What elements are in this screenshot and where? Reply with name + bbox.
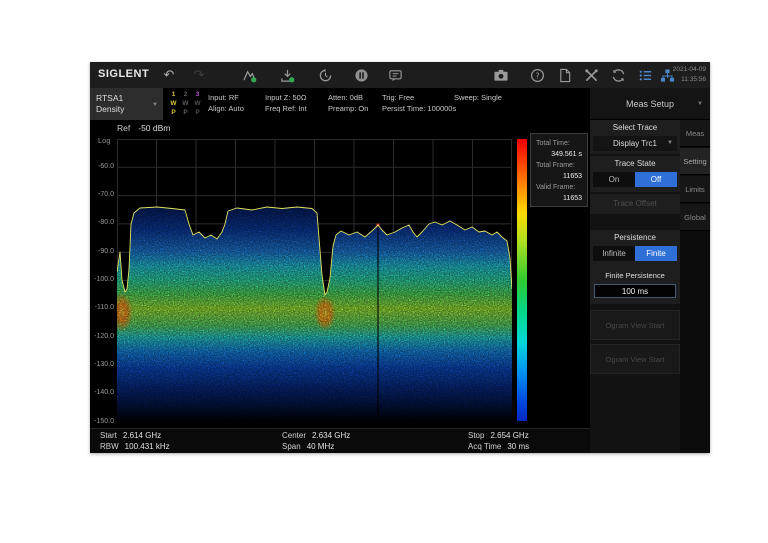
menu-column: Select Trace Display Trc1 ▼ Trace State … [590,120,680,453]
pause-icon[interactable] [352,66,370,84]
trace-state-section: Trace State On Off [590,156,680,192]
density-plot [117,139,512,422]
trace-state-toggle: On Off [593,172,677,187]
toolbar: SIGLENT ↶ ↷ ? 2021-04-09 11:35:56 [90,62,710,88]
save-icon[interactable] [278,66,296,84]
trace3-indicator[interactable]: 3 W P [192,90,203,117]
trace-offset-section: Trace Offset [590,194,680,214]
mode-name: RTSA1 [96,93,124,103]
finite-persistence-label: Finite Persistence [605,271,665,280]
y-tick: -150.0 [94,418,114,425]
list-icon[interactable] [636,66,654,84]
persistence-infinite[interactable]: Infinite [593,246,635,261]
view-name: Density [96,104,125,114]
total-frame-value: 11653 [563,173,582,180]
file-icon[interactable] [556,66,574,84]
total-time-label: Total Time: [536,140,570,147]
center-span-group: Center 2.634 GHz Span 40 MHz [282,431,351,451]
chevron-down-icon: ▼ [152,102,158,108]
param-impedance: Input Z: 50Ω Freq Ref: Int [265,93,307,113]
trace1-indicator[interactable]: 1 W P [168,90,179,117]
y-tick: -110.0 [94,304,114,311]
y-tick: -130.0 [94,361,114,368]
param-trigger: Trig: Free Persist Time: 100000s [382,93,457,113]
tools-icon[interactable] [582,66,600,84]
tab-meas[interactable]: Meas [680,120,710,147]
redo-icon: ↷ [193,67,205,82]
y-tick: -140.0 [94,389,114,396]
undo-icon[interactable]: ↶ [160,66,178,84]
trace-state-label: Trace State [614,159,656,168]
y-tick: -120.0 [94,333,114,340]
persistence-toggle: Infinite Finite [593,246,677,261]
message-icon[interactable] [386,66,404,84]
start-rbw-group: Start 2.614 GHz RBW 100.431 kHz [100,431,170,451]
date: 2021-04-09 [672,66,706,73]
finite-persistence-section: Finite Persistence 100 ms [590,268,680,304]
tab-limits[interactable]: Limits [680,176,710,203]
preset-wave-icon[interactable] [240,66,258,84]
y-tick: -60.0 [98,163,114,170]
parameter-bar: RTSA1 Density ▼ 1 W P 2 W P 3 W P Input:… [90,88,590,120]
frequency-footer: Start 2.614 GHz RBW 100.431 kHz Center 2.63… [90,428,590,453]
ref-level: Ref -50 dBm [117,123,171,133]
stop-acq-group: Stop 2.654 GHz Acq Time 30 ms [468,431,530,451]
history-icon[interactable] [316,66,334,84]
y-tick: -70.0 [98,191,114,198]
chevron-down-icon: ▼ [667,140,673,146]
ogram-view-start-button-1: Ogram View Start [590,310,680,340]
y-tick: -80.0 [98,219,114,226]
datetime: 2021-04-09 11:35:56 [654,65,706,85]
trace-state-off[interactable]: Off [635,172,677,187]
y-tick: -100.0 [94,276,114,283]
siglent-logo: SIGLENT [98,68,150,80]
y-tick: -90.0 [98,248,114,255]
valid-frame-label: Valid Frame: [536,184,576,191]
sync-gear-icon[interactable] [609,66,627,84]
meas-setup-panel: Meas Setup ▼ Select Trace Display Trc1 ▼… [590,88,710,453]
spectrum-display: Ref -50 dBm Log -60.0 -70.0 -80.0 -90.0 -… [90,120,590,453]
analyzer-screen: SIGLENT ↶ ↷ ? 2021-04-09 11:35:56 RTSA1 … [90,62,710,453]
time: 11:35:56 [681,76,706,83]
total-time-value: 349.561 s [551,151,582,158]
trace-offset-button: Trace Offset [613,199,657,208]
persistence-label: Persistence [614,233,656,242]
menu-tabs: Meas Setting Limits Global [680,120,710,453]
ogram-view-start-button-2: Ogram View Start [590,344,680,374]
svg-text:?: ? [535,71,539,80]
acquisition-info-panel: Total Time: 349.561 s Total Frame: 11653… [530,133,588,207]
color-scale [517,139,527,421]
param-input: Input: RF Align: Auto [208,93,244,113]
select-trace-label: Select Trace [612,123,658,132]
param-atten: Atten: 0dB Preamp: On [328,93,369,113]
scale-label: Log [98,136,111,145]
param-sweep: Sweep: Single [454,93,502,102]
trace2-indicator[interactable]: 2 W P [180,90,191,117]
chevron-down-icon: ▼ [697,101,703,107]
help-icon[interactable]: ? [528,66,546,84]
mode-selector[interactable]: RTSA1 Density ▼ [90,88,163,120]
tab-setting[interactable]: Setting [680,148,710,175]
total-frame-label: Total Frame: [536,162,575,169]
finite-persistence-input[interactable]: 100 ms [594,284,676,298]
trace-state-on[interactable]: On [593,172,635,187]
trace-dropdown[interactable]: Display Trc1 ▼ [593,136,677,151]
persistence-section: Persistence Infinite Finite [590,230,680,268]
panel-title[interactable]: Meas Setup ▼ [590,88,710,120]
persistence-finite[interactable]: Finite [635,246,677,261]
tab-global[interactable]: Global [680,204,710,231]
valid-frame-value: 11653 [563,195,582,202]
select-trace-section: Select Trace Display Trc1 ▼ [590,120,680,154]
camera-icon[interactable] [492,66,510,84]
